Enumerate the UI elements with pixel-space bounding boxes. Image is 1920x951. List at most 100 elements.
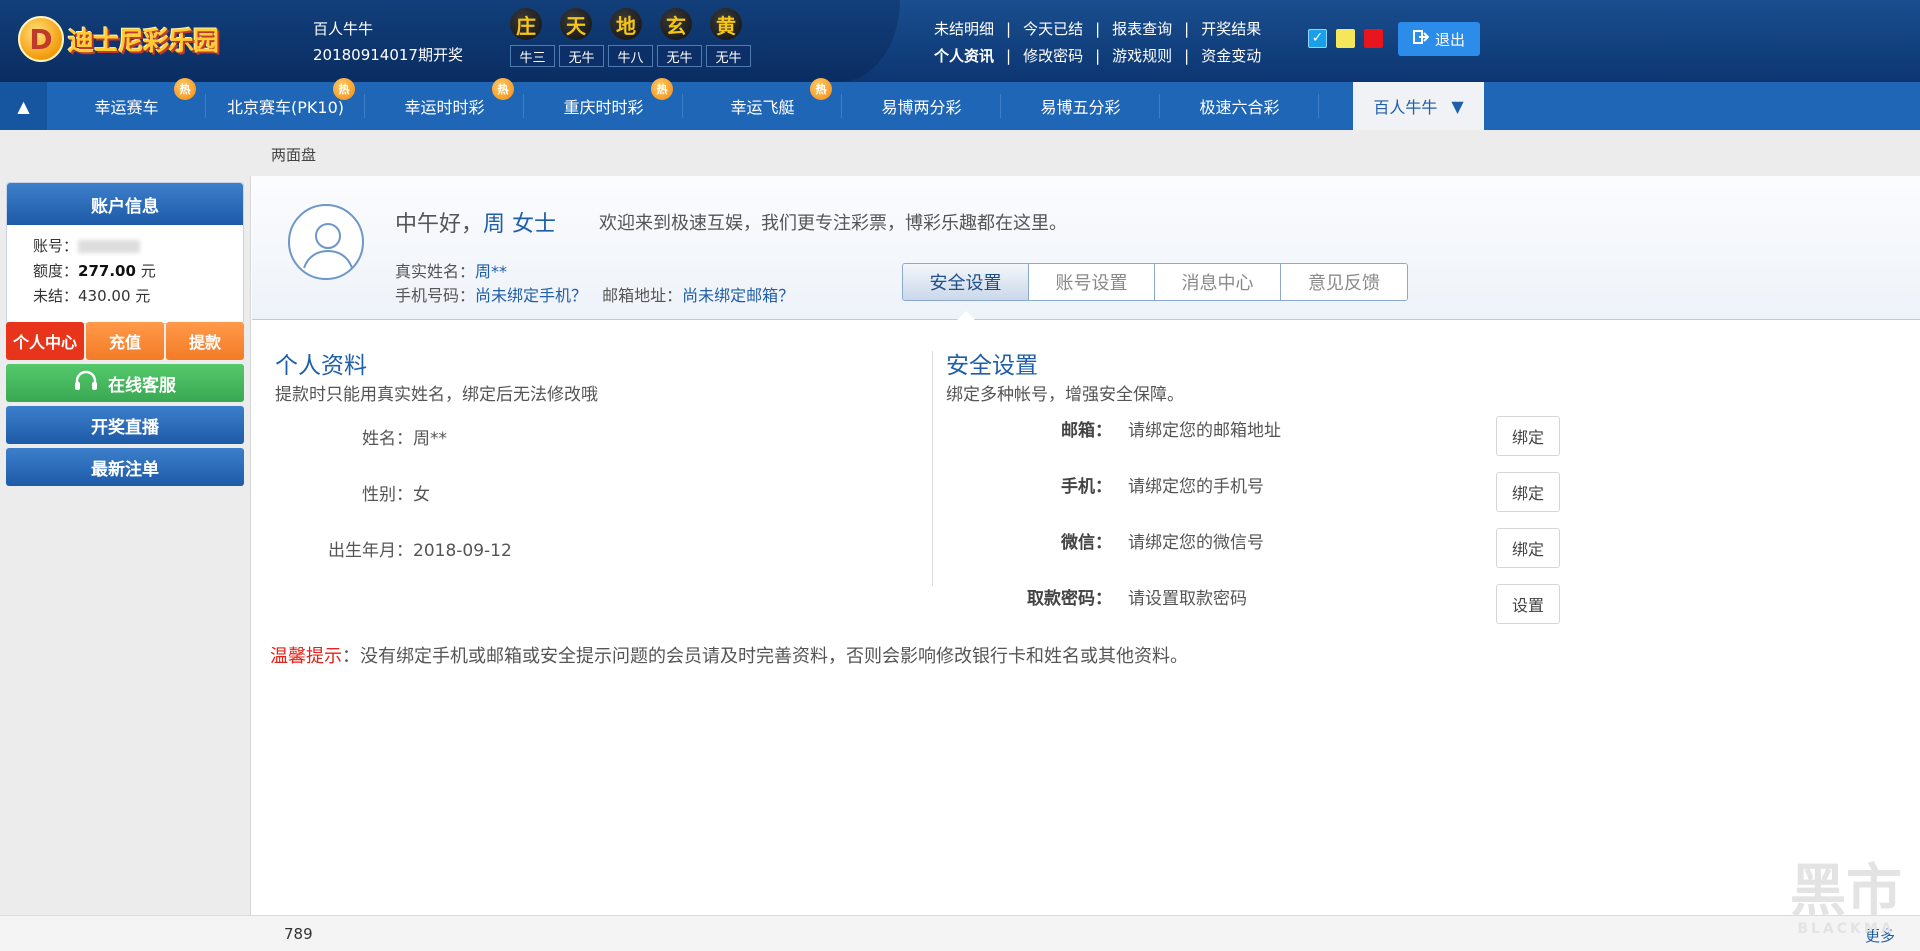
logout-button[interactable]: 退出 bbox=[1398, 22, 1480, 56]
hot-badge: 热 bbox=[333, 78, 355, 100]
result-value: 无牛 bbox=[706, 45, 751, 67]
nav-item-lucky-racing[interactable]: 幸运赛车 热 bbox=[47, 78, 206, 130]
account-info-title: 账户信息 bbox=[7, 183, 243, 225]
link-unsettled[interactable]: 未结明细 bbox=[932, 16, 1006, 43]
link-change-password[interactable]: 修改密码 bbox=[1011, 43, 1095, 70]
account-label: 账号： bbox=[33, 237, 79, 255]
warm-tip: 温馨提示：没有绑定手机或邮箱或安全提示问题的会员请及时完善资料，否则会影响修改银… bbox=[270, 642, 1188, 668]
hot-badge: 热 bbox=[492, 78, 514, 100]
nav-item-label: 幸运时时彩 bbox=[404, 98, 485, 117]
realname-value: 周** bbox=[475, 262, 508, 281]
link-draw-results[interactable]: 开奖结果 bbox=[1189, 16, 1273, 43]
link-today-settled[interactable]: 今天已结 bbox=[1011, 16, 1095, 43]
account-info-panel: 账户信息 账号： 额度：277.00 元 未结：430.00 元 bbox=[6, 182, 244, 324]
nav-item-bull-bull[interactable]: 百人牛牛 ▼ bbox=[1353, 82, 1484, 130]
theme-swatch-blue[interactable]: ✓ bbox=[1308, 29, 1327, 48]
set-withdraw-password-button[interactable]: 设置 bbox=[1496, 584, 1560, 624]
sub-menu-two-sided[interactable]: 两面盘 bbox=[271, 144, 316, 165]
account-value-blurred bbox=[78, 240, 141, 253]
profile-header: 中午好，周 女士 欢迎来到极速互娱，我们更专注彩票，博彩乐趣都在这里。 真实姓名… bbox=[252, 176, 1920, 320]
quota-label: 额度： bbox=[33, 262, 79, 280]
chevron-down-icon: ▼ bbox=[1451, 96, 1464, 116]
top-header: D 迪士尼彩乐园 百人牛牛 20180914017期开奖 庄 天 地 玄 黄 牛… bbox=[0, 0, 1920, 82]
greeting-text: 中午好 bbox=[395, 212, 462, 237]
logo-mark: D bbox=[18, 16, 64, 62]
wechat-bind-text: 请绑定您的微信号 bbox=[1128, 533, 1264, 553]
tab-message-center[interactable]: 消息中心 bbox=[1155, 264, 1281, 300]
online-service-button[interactable]: 在线客服 bbox=[6, 364, 244, 402]
watermark-sub: BLACKMA bbox=[1797, 921, 1895, 937]
link-personal-info[interactable]: 个人资讯 bbox=[932, 43, 1006, 70]
tab-deposit[interactable]: 充值 bbox=[86, 322, 164, 360]
nav-item-yibo-5min[interactable]: 易博五分彩 bbox=[1001, 82, 1160, 130]
draw-result-values: 牛三 无牛 牛八 无牛 无牛 bbox=[510, 45, 751, 67]
realname-line: 真实姓名：周** bbox=[395, 258, 507, 282]
result-position: 玄 bbox=[660, 8, 692, 40]
column-divider bbox=[932, 351, 933, 586]
link-game-rules[interactable]: 游戏规则 bbox=[1100, 43, 1184, 70]
bind-email-link[interactable]: 尚未绑定邮箱？ bbox=[682, 286, 794, 305]
warm-tip-label: 温馨提示 bbox=[270, 646, 342, 667]
result-position: 地 bbox=[610, 8, 642, 40]
theme-swatch-red[interactable] bbox=[1364, 29, 1383, 48]
unsettled-value: 430.00 元 bbox=[78, 287, 151, 305]
nav-item-label: 百人牛牛 bbox=[1373, 98, 1438, 117]
result-value: 无牛 bbox=[559, 45, 604, 67]
theme-swatch-yellow[interactable] bbox=[1336, 29, 1355, 48]
game-name: 百人牛牛 bbox=[313, 20, 374, 38]
contact-line: 手机号码：尚未绑定手机？ 邮箱地址：尚未绑定邮箱？ bbox=[395, 282, 794, 306]
avatar bbox=[288, 204, 364, 280]
link-reports[interactable]: 报表查询 bbox=[1100, 16, 1184, 43]
email-bind-label: 邮箱： bbox=[1061, 421, 1112, 441]
nav-item-label: 易博五分彩 bbox=[1040, 98, 1121, 117]
phone-label: 手机号码： bbox=[395, 286, 476, 305]
nav-item-speed-mark6[interactable]: 极速六合彩 bbox=[1160, 82, 1319, 130]
tab-account-settings[interactable]: 账号设置 bbox=[1029, 264, 1155, 300]
nav-item-pk10[interactable]: 北京赛车(PK10) 热 bbox=[206, 78, 365, 130]
live-draw-button[interactable]: 开奖直播 bbox=[6, 406, 244, 444]
bind-phone-link[interactable]: 尚未绑定手机？ bbox=[475, 286, 587, 305]
account-action-tabs: 个人中心 充值 提款 bbox=[6, 322, 244, 360]
tab-personal-center[interactable]: 个人中心 bbox=[6, 322, 84, 360]
watermark-logo: 黑市 BLACKMA bbox=[1780, 862, 1912, 942]
nav-collapse-button[interactable]: ▲ bbox=[0, 82, 47, 130]
birth-field: 出生年月：2018-09-12 bbox=[328, 541, 512, 561]
nav-item-label: 幸运飞艇 bbox=[730, 98, 795, 117]
security-settings-title: 安全设置 bbox=[946, 353, 1038, 379]
site-logo[interactable]: D 迪士尼彩乐园 bbox=[18, 16, 219, 62]
tab-withdraw[interactable]: 提款 bbox=[166, 322, 244, 360]
personal-info-subtitle: 提款时只能用真实姓名，绑定后无法修改哦 bbox=[275, 385, 598, 405]
link-fund-changes[interactable]: 资金变动 bbox=[1189, 43, 1273, 70]
chevron-up-icon: ▲ bbox=[17, 96, 30, 116]
personal-info-title: 个人资料 bbox=[275, 353, 367, 379]
withdraw-password-text: 请设置取款密码 bbox=[1128, 589, 1247, 609]
result-position: 庄 bbox=[510, 8, 542, 40]
user-name: 周 女士 bbox=[483, 212, 557, 237]
phone-bind-label: 手机： bbox=[1061, 477, 1112, 497]
result-value: 牛三 bbox=[510, 45, 555, 67]
email-label: 邮箱地址： bbox=[602, 286, 683, 305]
nav-item-lucky-airship[interactable]: 幸运飞艇 热 bbox=[683, 78, 842, 130]
bind-wechat-button[interactable]: 绑定 bbox=[1496, 528, 1560, 568]
bind-phone-button[interactable]: 绑定 bbox=[1496, 472, 1560, 512]
footer-bar: 789 更多 bbox=[0, 915, 1920, 951]
draw-period: 20180914017期开奖 bbox=[313, 46, 463, 64]
top-links-row: 个人资讯 | 修改密码 | 游戏规则 | 资金变动 bbox=[932, 43, 1273, 70]
unsettled-label: 未结： bbox=[33, 287, 79, 305]
nav-item-lucky-ssc[interactable]: 幸运时时彩 热 bbox=[365, 78, 524, 130]
latest-bets-button[interactable]: 最新注单 bbox=[6, 448, 244, 486]
active-tab-caret bbox=[957, 311, 975, 320]
tab-feedback[interactable]: 意见反馈 bbox=[1281, 264, 1407, 300]
warm-tip-text: ：没有绑定手机或邮箱或安全提示问题的会员请及时完善资料，否则会影响修改银行卡和姓… bbox=[342, 646, 1188, 667]
nav-item-label: 易博两分彩 bbox=[881, 98, 962, 117]
result-position: 天 bbox=[560, 8, 592, 40]
headset-icon bbox=[74, 370, 98, 397]
result-value: 无牛 bbox=[657, 45, 702, 67]
nav-item-yibo-2min[interactable]: 易博两分彩 bbox=[842, 82, 1001, 130]
quota-row: 额度：277.00 元 bbox=[7, 259, 243, 284]
tab-security-settings[interactable]: 安全设置 bbox=[903, 264, 1029, 300]
footer-number: 789 bbox=[284, 925, 313, 943]
greeting: 中午好，周 女士 bbox=[395, 206, 556, 238]
bind-email-button[interactable]: 绑定 bbox=[1496, 416, 1560, 456]
nav-item-cqssc[interactable]: 重庆时时彩 热 bbox=[524, 78, 683, 130]
